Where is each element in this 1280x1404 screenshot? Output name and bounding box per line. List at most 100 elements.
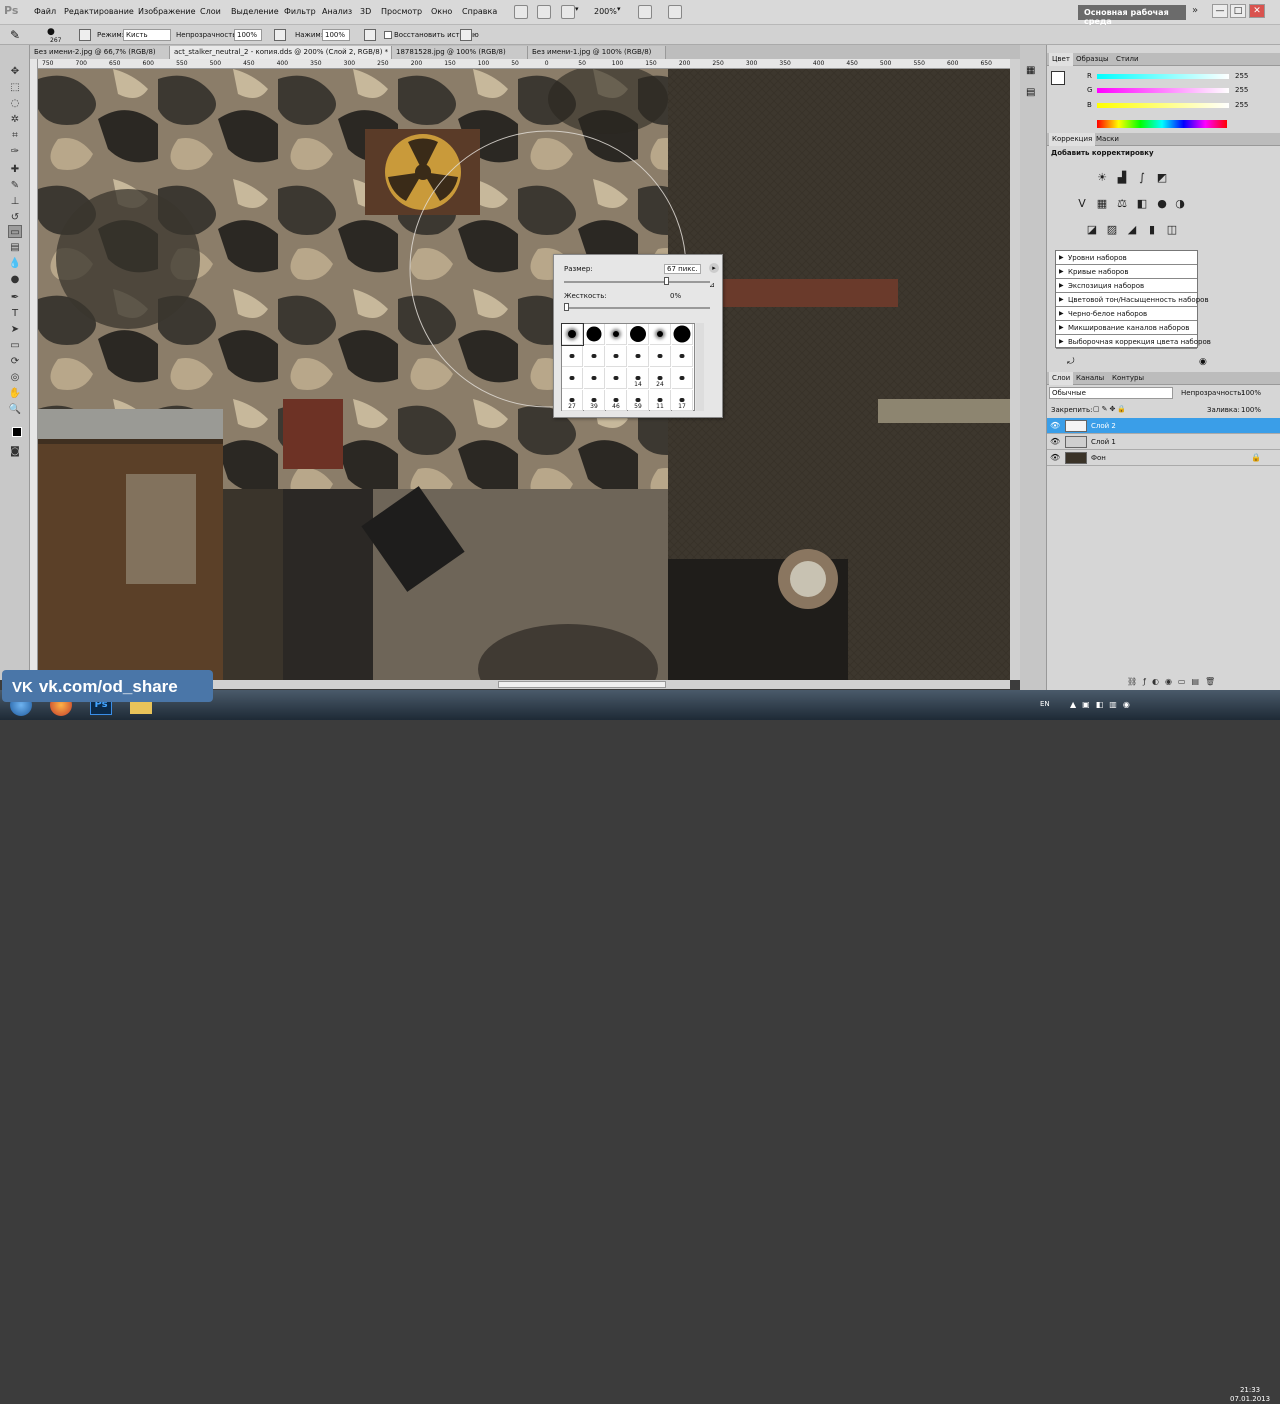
gradient-map-icon[interactable]: ▮ bbox=[1145, 223, 1159, 237]
history-brush-icon[interactable]: ↺ bbox=[8, 211, 22, 224]
brush-preset-cell[interactable]: 14 bbox=[628, 368, 649, 389]
marquee-tool-icon[interactable]: ⬚ bbox=[8, 81, 22, 94]
fill-value[interactable]: 100% bbox=[1241, 406, 1261, 414]
hue-saturation-icon[interactable]: ▦ bbox=[1095, 197, 1109, 211]
color-spectrum-bar[interactable] bbox=[1097, 120, 1227, 128]
preset-black-white[interactable]: Черно-белое наборов bbox=[1056, 307, 1197, 321]
menu-select[interactable]: Выделение bbox=[231, 7, 279, 16]
move-tool-icon[interactable]: ✥ bbox=[8, 65, 22, 78]
blur-tool-icon[interactable]: 💧 bbox=[8, 257, 22, 270]
lock-options-icon[interactable]: ▢✎✥🔒 bbox=[1093, 405, 1128, 413]
menu-analysis[interactable]: Анализ bbox=[322, 7, 352, 16]
scroll-thumb[interactable] bbox=[498, 681, 666, 688]
view-extras-icon[interactable] bbox=[561, 5, 575, 19]
healing-tool-icon[interactable]: ✚ bbox=[8, 163, 22, 176]
levels-icon[interactable]: ▟ bbox=[1115, 171, 1129, 185]
minimize-button[interactable]: — bbox=[1212, 4, 1228, 18]
channel-b-value[interactable]: 255 bbox=[1235, 101, 1248, 109]
menu-filter[interactable]: Фильтр bbox=[284, 7, 316, 16]
hardness-slider[interactable] bbox=[564, 307, 710, 309]
brush-preset-cell[interactable] bbox=[584, 346, 605, 367]
return-icon[interactable]: ⤾ bbox=[1067, 357, 1075, 367]
menu-edit[interactable]: Редактирование bbox=[64, 7, 134, 16]
brush-preview-icon[interactable]: ● bbox=[47, 27, 55, 37]
chevron-down-icon[interactable]: ▾ bbox=[617, 5, 625, 19]
menu-layers[interactable]: Слои bbox=[200, 7, 221, 16]
tab-layers[interactable]: Слои bbox=[1049, 372, 1074, 385]
brush-panel-toggle-icon[interactable] bbox=[79, 29, 91, 41]
brush-preset-cell[interactable] bbox=[584, 324, 605, 345]
clock[interactable]: 21:33 07.01.2013 bbox=[1230, 1386, 1270, 1404]
crop-tool-icon[interactable]: ⌗ bbox=[8, 129, 22, 142]
actions-panel-icon[interactable]: ▤ bbox=[1026, 87, 1040, 101]
type-tool-icon[interactable]: T bbox=[8, 307, 22, 320]
preset-levels[interactable]: Уровни наборов bbox=[1056, 251, 1197, 265]
posterize-icon[interactable]: ▨ bbox=[1105, 223, 1119, 237]
workspace-switcher[interactable]: Основная рабочая среда bbox=[1078, 5, 1186, 26]
color-balance-icon[interactable]: ⚖ bbox=[1115, 197, 1129, 211]
brush-preset-cell[interactable] bbox=[562, 346, 583, 367]
menu-window[interactable]: Окно bbox=[431, 7, 452, 16]
flyout-menu-icon[interactable]: ▸ bbox=[709, 263, 719, 273]
preset-channel-mixer[interactable]: Микширование каналов наборов bbox=[1056, 321, 1197, 335]
hardness-value[interactable]: 0% bbox=[668, 292, 683, 300]
gradient-tool-icon[interactable]: ▤ bbox=[8, 241, 22, 254]
pen-tool-icon[interactable]: ✒ bbox=[8, 291, 22, 304]
channel-b-slider[interactable] bbox=[1097, 103, 1229, 108]
selective-color-icon[interactable]: ◫ bbox=[1165, 223, 1179, 237]
mini-bridge-icon[interactable] bbox=[537, 5, 551, 19]
tablet-opacity-icon[interactable] bbox=[274, 29, 286, 41]
menu-help[interactable]: Справка bbox=[462, 7, 497, 16]
brush-preset-cell[interactable] bbox=[672, 346, 693, 367]
exposure-icon[interactable]: ◩ bbox=[1155, 171, 1169, 185]
double-chevron-icon[interactable]: » bbox=[1192, 5, 1198, 16]
brush-preset-cell[interactable]: 17 bbox=[672, 390, 693, 411]
layer-row-1[interactable]: 👁 Слой 1 bbox=[1047, 434, 1280, 450]
brush-preset-cell[interactable] bbox=[562, 368, 583, 389]
menu-view[interactable]: Просмотр bbox=[381, 7, 422, 16]
brush-preset-cell[interactable] bbox=[628, 346, 649, 367]
brush-preset-cell[interactable] bbox=[650, 324, 671, 345]
tab-adjustments[interactable]: Коррекция bbox=[1049, 133, 1096, 146]
preset-curves[interactable]: Кривые наборов bbox=[1056, 265, 1197, 279]
airbrush-icon[interactable] bbox=[364, 29, 376, 41]
tab-document-1[interactable]: Без имени-2.jpg @ 66,7% (RGB/8) bbox=[30, 46, 170, 59]
eraser-tool-icon[interactable]: ▭ bbox=[8, 225, 22, 238]
channel-g-slider[interactable] bbox=[1097, 88, 1229, 93]
eye-icon[interactable]: 👁 bbox=[1050, 421, 1060, 431]
brush-preset-cell[interactable] bbox=[606, 368, 627, 389]
hand-tool-icon[interactable]: ✋ bbox=[8, 387, 22, 400]
brush-grid-scrollbar[interactable] bbox=[696, 323, 704, 411]
pressure-input[interactable]: 100% bbox=[322, 29, 350, 41]
menu-file[interactable]: Файл bbox=[34, 7, 56, 16]
arrange-documents-icon[interactable] bbox=[668, 5, 682, 19]
brush-preset-cell[interactable] bbox=[561, 323, 584, 346]
channel-mixer-icon[interactable]: ◑ bbox=[1173, 197, 1187, 211]
mode-select[interactable]: Кисть bbox=[123, 29, 171, 41]
brush-preset-cell[interactable]: 11 bbox=[650, 390, 671, 411]
brush-size-input[interactable]: 67 пикс. bbox=[664, 264, 701, 274]
tab-masks[interactable]: Маски bbox=[1093, 135, 1122, 143]
tablet-pressure-icon[interactable] bbox=[460, 29, 472, 41]
layer-row-2[interactable]: 👁 Слой 2 bbox=[1047, 418, 1280, 434]
layer-actions-icons[interactable]: ⛓ƒ◐◉▭▤🗑 bbox=[1127, 677, 1221, 686]
brush-preset-cell[interactable] bbox=[606, 324, 627, 345]
lasso-tool-icon[interactable]: ◌ bbox=[8, 97, 22, 110]
hand-tool-icon[interactable] bbox=[638, 5, 652, 19]
brush-preset-cell[interactable] bbox=[606, 346, 627, 367]
layer-row-background[interactable]: 👁 Фон 🔒 bbox=[1047, 450, 1280, 466]
brush-size-slider[interactable] bbox=[564, 281, 710, 283]
brush-preset-cell[interactable] bbox=[628, 324, 649, 345]
brush-preset-cell[interactable]: 27 bbox=[562, 390, 583, 411]
channel-r-value[interactable]: 255 bbox=[1235, 72, 1248, 80]
photo-filter-icon[interactable]: ● bbox=[1155, 197, 1169, 211]
brush-preset-cell[interactable]: 24 bbox=[650, 368, 671, 389]
layer-opacity-value[interactable]: 100% bbox=[1241, 389, 1261, 397]
vibrance-icon[interactable]: V bbox=[1075, 197, 1089, 211]
opacity-input[interactable]: 100% bbox=[234, 29, 262, 41]
channel-g-value[interactable]: 255 bbox=[1235, 86, 1248, 94]
black-white-icon[interactable]: ◧ bbox=[1135, 197, 1149, 211]
3d-rotate-tool-icon[interactable]: ⟳ bbox=[8, 355, 22, 368]
tab-document-2[interactable]: act_stalker_neutral_2 - копия.dds @ 200%… bbox=[170, 46, 392, 59]
brush-tool-icon[interactable]: ✎ bbox=[8, 179, 22, 192]
